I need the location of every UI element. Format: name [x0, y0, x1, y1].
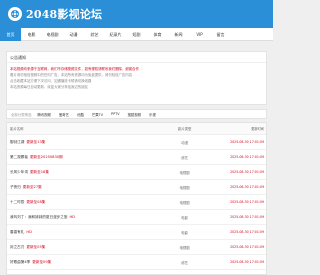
main-nav: 首页 电影 电视剧 动漫 综艺 纪录片 短剧 体育 新闻 VIP 留言 — [0, 28, 273, 41]
update-status: HD — [69, 215, 75, 219]
nav-item-home[interactable]: 首页 — [0, 28, 21, 41]
video-category: 电视剧 — [179, 245, 190, 250]
table-row[interactable]: 春香有礼 HD 电影 2025-08-30 17:01:09 — [7, 225, 266, 240]
category-filter: 全部分类筛选 腾讯视频 爱奇艺 优酷 芒果TV PPTV 搜狐视频 乐视 — [6, 109, 267, 119]
nav-item-message[interactable]: 留言 — [210, 28, 231, 41]
nav-item-vip[interactable]: VIP — [189, 28, 210, 41]
update-time: 2025-08-30 17:01:09 — [230, 155, 264, 159]
header-category: 影片类型 — [177, 127, 192, 131]
table-row[interactable]: 子夜归 更新至27集 电视剧 2025-08-30 17:01:09 — [7, 180, 266, 195]
filter-item[interactable]: 芒果TV — [92, 112, 103, 117]
filter-item[interactable]: 乐视 — [149, 112, 156, 117]
video-title-link[interactable]: 御剑江湖 — [10, 140, 24, 144]
nav-item-documentary[interactable]: 纪录片 — [105, 28, 126, 41]
video-title-link[interactable]: 好歌曲第4季 — [10, 260, 30, 264]
filter-item[interactable]: 腾讯视频 — [37, 112, 51, 117]
video-category: 电影 — [181, 215, 188, 220]
filter-label: 全部分类筛选 — [11, 112, 32, 117]
video-table: 影片名称 影片类型 更新时间 御剑江湖 更新至13集 动漫 2025-08-30 … — [6, 122, 267, 275]
update-time: 2025-08-30 17:01:09 — [230, 215, 264, 219]
video-category: 综艺 — [181, 155, 188, 160]
video-category: 电视剧 — [179, 185, 190, 190]
table-header: 影片名称 影片类型 更新时间 — [7, 123, 266, 135]
video-category: 电影 — [181, 230, 188, 235]
update-status: 更新至27集 — [22, 185, 42, 189]
notice-title: 公告通知 — [7, 52, 266, 63]
site-name: 2048影视论坛 — [26, 8, 103, 21]
nav-item-anime[interactable]: 动漫 — [63, 28, 84, 41]
film-reel-icon — [8, 7, 22, 21]
header-time: 更新时间 — [251, 127, 264, 131]
video-title-link[interactable]: 子夜归 — [10, 185, 21, 189]
update-time: 2025-08-30 17:01:09 — [230, 140, 264, 144]
filter-item[interactable]: PPTV — [111, 112, 119, 116]
nav-item-tv[interactable]: 电视剧 — [42, 28, 63, 41]
update-status: 更新至20250830期 — [29, 155, 63, 159]
nav-item-short-drama[interactable]: 短剧 — [126, 28, 147, 41]
video-title-link[interactable]: 封之古刃 — [10, 245, 24, 249]
table-row[interactable]: 长风少年词 更新至18集 电视剧 2025-08-30 17:01:09 — [7, 165, 266, 180]
video-category: 电视剧 — [179, 200, 190, 205]
update-time: 2025-08-30 17:01:09 — [230, 185, 264, 189]
video-title-link[interactable]: 长风少年词 — [10, 170, 28, 174]
table-row[interactable]: 十二时辰 更新至08集 电视剧 2025-08-30 17:01:09 — [7, 195, 266, 210]
video-title-link[interactable]: 十二时辰 — [10, 200, 24, 204]
update-status: 更新至13集 — [26, 140, 46, 144]
table-row[interactable]: 御剑江湖 更新至13集 动漫 2025-08-30 17:01:09 — [7, 135, 266, 150]
filter-item[interactable]: 优酷 — [77, 112, 84, 117]
update-time: 2025-08-30 17:01:09 — [230, 260, 264, 264]
nav-item-variety[interactable]: 综艺 — [84, 28, 105, 41]
update-status: 更新至18集 — [29, 170, 49, 174]
update-time: 2025-08-30 17:01:09 — [230, 245, 264, 249]
video-title-link[interactable]: 春香有礼 — [10, 230, 24, 234]
update-status: HD — [26, 230, 32, 234]
update-time: 2025-08-30 17:01:09 — [230, 200, 264, 204]
video-title-link[interactable]: 第二观察者 — [10, 155, 28, 159]
table-row[interactable]: 好歌曲第4季 更新至09集 综艺 2025-08-30 17:01:09 — [7, 255, 266, 270]
video-title-link[interactable]: 我叫刘丁：我和妹妹的夏日漫步之旅 — [10, 215, 68, 219]
nav-item-news[interactable]: 新闻 — [168, 28, 189, 41]
top-banner: 2048影视论坛 — [0, 0, 273, 28]
video-category: 动漫 — [181, 140, 188, 145]
video-category: 综艺 — [181, 260, 188, 265]
update-status: 更新至09集 — [32, 260, 52, 264]
nav-item-sports[interactable]: 体育 — [147, 28, 168, 41]
update-status: 更新至08集 — [26, 200, 46, 204]
notice-line: 本站资源每日自动更新，欢迎大家分享给身边的朋友 — [10, 85, 88, 89]
table-row[interactable]: 封之古刃 更新至05集 电视剧 2025-08-30 17:01:09 — [7, 240, 266, 255]
video-category: 电视剧 — [179, 170, 190, 175]
table-row[interactable]: 第二观察者 更新至20250830期 综艺 2025-08-30 17:01:09 — [7, 150, 266, 165]
update-status: 更新至05集 — [26, 245, 46, 249]
notice-panel: 公告通知 本站视频均来源于互联网，我们不存储视频文件，如有侵权请联系我们删除，谢… — [6, 51, 267, 105]
update-time: 2025-08-30 17:01:09 — [230, 170, 264, 174]
header-title: 影片名称 — [10, 127, 24, 131]
site-brand[interactable]: 2048影视论坛 — [8, 6, 102, 22]
nav-item-movie[interactable]: 电影 — [21, 28, 42, 41]
filter-item[interactable]: 爱奇艺 — [59, 112, 69, 117]
update-time: 2025-08-30 17:01:09 — [230, 230, 264, 234]
table-row[interactable]: 我叫刘丁：我和妹妹的夏日漫步之旅 HD 电影 2025-08-30 17:01:0… — [7, 210, 266, 225]
filter-item[interactable]: 搜狐视频 — [128, 112, 142, 117]
